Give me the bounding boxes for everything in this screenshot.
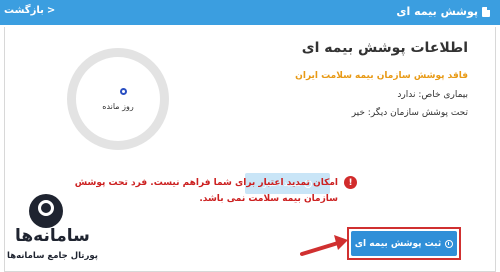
logo-badge [29, 194, 63, 228]
warning-message: امکان تمدید اعتبار برای شما فراهم نیست. … [74, 178, 338, 204]
special-disease-row: بیماری خاص: ندارد [397, 90, 468, 100]
pointer-arrow-icon [300, 235, 348, 256]
document-icon [482, 6, 490, 17]
logo-subtitle: پورتال جامع سامانه‌ها [7, 251, 98, 261]
top-bar: پوشش بیمه ای < بازگشت [0, 0, 500, 25]
register-insurance-button[interactable]: ثبت پوشش بیمه ای [351, 231, 457, 256]
history-icon [445, 239, 454, 248]
days-remaining-label: روز مانده [102, 102, 134, 111]
page-title-text: پوشش بیمه ای [396, 5, 478, 18]
days-remaining-ring: روز مانده [67, 48, 169, 150]
back-button[interactable]: < بازگشت [4, 5, 55, 16]
other-organization-row: تحت پوشش سازمان دیگر: خیر [351, 108, 468, 118]
chevron-left-icon: < [46, 5, 56, 16]
progress-dot-icon [120, 88, 127, 95]
organization-status: فاقد پوشش سازمان بیمه سلامت ایران [295, 71, 468, 81]
back-label: بازگشت [4, 5, 44, 16]
search-user-icon [38, 200, 54, 216]
section-heading: اطلاعات پوشش بیمه ای [301, 40, 468, 56]
logo: سامانه‌ها پورتال جامع سامانه‌ها [5, 188, 98, 270]
logo-name: سامانه‌ها [15, 226, 90, 246]
warning-icon: ! [344, 176, 357, 189]
page-title: پوشش بیمه ای [396, 5, 490, 18]
register-insurance-label: ثبت پوشش بیمه ای [354, 238, 442, 249]
